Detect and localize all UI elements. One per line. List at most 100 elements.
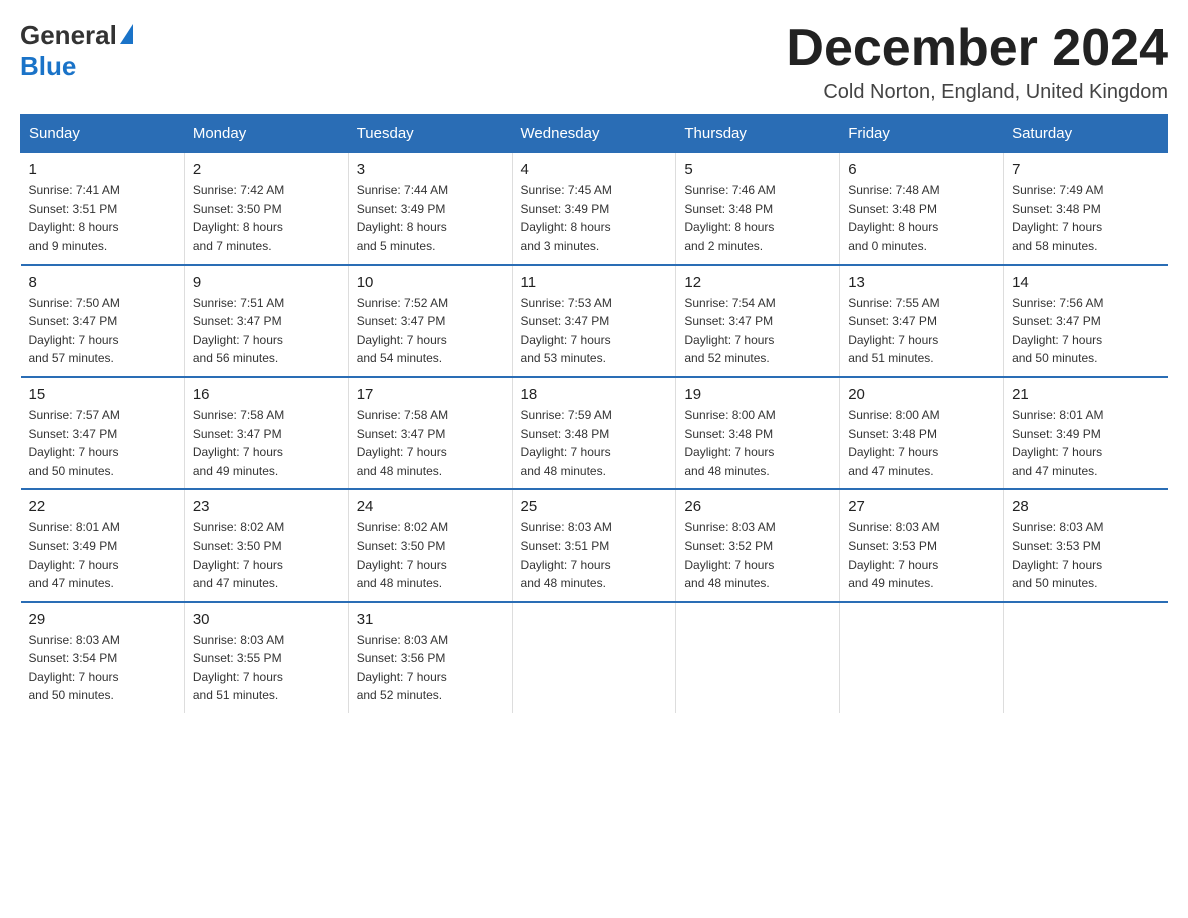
calendar-cell [512, 602, 676, 713]
calendar-cell: 16 Sunrise: 7:58 AM Sunset: 3:47 PM Dayli… [184, 377, 348, 489]
calendar-cell: 2 Sunrise: 7:42 AM Sunset: 3:50 PM Daylig… [184, 153, 348, 265]
calendar-body: 1 Sunrise: 7:41 AM Sunset: 3:51 PM Daylig… [21, 153, 1168, 713]
day-info: Sunrise: 7:44 AM Sunset: 3:49 PM Dayligh… [357, 181, 504, 255]
calendar-week-row: 15 Sunrise: 7:57 AM Sunset: 3:47 PM Dayli… [21, 377, 1168, 489]
calendar-header-row: SundayMondayTuesdayWednesdayThursdayFrid… [21, 115, 1168, 153]
day-number: 19 [684, 386, 831, 403]
day-number: 6 [848, 161, 995, 178]
day-number: 22 [29, 498, 176, 515]
day-info: Sunrise: 7:52 AM Sunset: 3:47 PM Dayligh… [357, 294, 504, 368]
day-of-week-header: Tuesday [348, 115, 512, 153]
calendar-cell: 8 Sunrise: 7:50 AM Sunset: 3:47 PM Daylig… [21, 265, 185, 377]
day-info: Sunrise: 7:55 AM Sunset: 3:47 PM Dayligh… [848, 294, 995, 368]
calendar-cell: 31 Sunrise: 8:03 AM Sunset: 3:56 PM Dayli… [348, 602, 512, 713]
day-info: Sunrise: 7:45 AM Sunset: 3:49 PM Dayligh… [521, 181, 668, 255]
calendar-cell: 5 Sunrise: 7:46 AM Sunset: 3:48 PM Daylig… [676, 153, 840, 265]
calendar-cell: 11Sunrise: 7:53 AM Sunset: 3:47 PM Dayli… [512, 265, 676, 377]
calendar-table: SundayMondayTuesdayWednesdayThursdayFrid… [20, 114, 1168, 713]
calendar-cell: 26 Sunrise: 8:03 AM Sunset: 3:52 PM Dayli… [676, 489, 840, 601]
day-info: Sunrise: 7:50 AM Sunset: 3:47 PM Dayligh… [29, 294, 176, 368]
day-number: 26 [684, 498, 831, 515]
day-number: 31 [357, 611, 504, 628]
calendar-cell: 15 Sunrise: 7:57 AM Sunset: 3:47 PM Dayli… [21, 377, 185, 489]
day-of-week-header: Saturday [1004, 115, 1168, 153]
day-info: Sunrise: 8:02 AM Sunset: 3:50 PM Dayligh… [357, 518, 504, 592]
day-of-week-header: Monday [184, 115, 348, 153]
calendar-cell: 20 Sunrise: 8:00 AM Sunset: 3:48 PM Dayli… [840, 377, 1004, 489]
calendar-cell: 18Sunrise: 7:59 AM Sunset: 3:48 PM Dayli… [512, 377, 676, 489]
day-of-week-header: Friday [840, 115, 1004, 153]
day-number: 30 [193, 611, 340, 628]
day-info: Sunrise: 8:03 AM Sunset: 3:55 PM Dayligh… [193, 631, 340, 705]
day-number: 10 [357, 274, 504, 291]
day-info: Sunrise: 7:57 AM Sunset: 3:47 PM Dayligh… [29, 406, 176, 480]
day-info: Sunrise: 8:00 AM Sunset: 3:48 PM Dayligh… [848, 406, 995, 480]
day-number: 4 [521, 161, 668, 178]
calendar-cell: 14 Sunrise: 7:56 AM Sunset: 3:47 PM Dayli… [1004, 265, 1168, 377]
day-number: 21 [1012, 386, 1159, 403]
day-info: Sunrise: 7:48 AM Sunset: 3:48 PM Dayligh… [848, 181, 995, 255]
day-info: Sunrise: 7:59 AM Sunset: 3:48 PM Dayligh… [521, 406, 668, 480]
day-info: Sunrise: 7:49 AM Sunset: 3:48 PM Dayligh… [1012, 181, 1159, 255]
location-subtitle: Cold Norton, England, United Kingdom [786, 81, 1168, 104]
day-number: 9 [193, 274, 340, 291]
calendar-cell: 3Sunrise: 7:44 AM Sunset: 3:49 PM Daylig… [348, 153, 512, 265]
day-info: Sunrise: 7:54 AM Sunset: 3:47 PM Dayligh… [684, 294, 831, 368]
calendar-week-row: 1 Sunrise: 7:41 AM Sunset: 3:51 PM Daylig… [21, 153, 1168, 265]
calendar-cell [840, 602, 1004, 713]
day-number: 27 [848, 498, 995, 515]
title-block: December 2024 Cold Norton, England, Unit… [786, 20, 1168, 104]
day-info: Sunrise: 8:03 AM Sunset: 3:52 PM Dayligh… [684, 518, 831, 592]
page-header: General Blue December 2024 Cold Norton, … [20, 20, 1168, 104]
calendar-week-row: 8 Sunrise: 7:50 AM Sunset: 3:47 PM Daylig… [21, 265, 1168, 377]
day-number: 8 [29, 274, 176, 291]
day-number: 12 [684, 274, 831, 291]
day-number: 23 [193, 498, 340, 515]
calendar-cell: 1 Sunrise: 7:41 AM Sunset: 3:51 PM Daylig… [21, 153, 185, 265]
day-number: 17 [357, 386, 504, 403]
day-of-week-header: Sunday [21, 115, 185, 153]
day-number: 13 [848, 274, 995, 291]
day-number: 5 [684, 161, 831, 178]
calendar-cell: 13 Sunrise: 7:55 AM Sunset: 3:47 PM Dayli… [840, 265, 1004, 377]
day-info: Sunrise: 7:51 AM Sunset: 3:47 PM Dayligh… [193, 294, 340, 368]
day-number: 15 [29, 386, 176, 403]
day-number: 7 [1012, 161, 1159, 178]
day-number: 28 [1012, 498, 1159, 515]
calendar-cell: 7 Sunrise: 7:49 AM Sunset: 3:48 PM Daylig… [1004, 153, 1168, 265]
calendar-cell: 9 Sunrise: 7:51 AM Sunset: 3:47 PM Daylig… [184, 265, 348, 377]
calendar-week-row: 22 Sunrise: 8:01 AM Sunset: 3:49 PM Dayli… [21, 489, 1168, 601]
day-number: 2 [193, 161, 340, 178]
day-number: 16 [193, 386, 340, 403]
calendar-cell: 12 Sunrise: 7:54 AM Sunset: 3:47 PM Dayli… [676, 265, 840, 377]
day-info: Sunrise: 7:58 AM Sunset: 3:47 PM Dayligh… [193, 406, 340, 480]
calendar-cell: 17Sunrise: 7:58 AM Sunset: 3:47 PM Dayli… [348, 377, 512, 489]
day-number: 14 [1012, 274, 1159, 291]
day-number: 20 [848, 386, 995, 403]
logo-triangle-icon [120, 24, 133, 44]
calendar-cell: 29Sunrise: 8:03 AM Sunset: 3:54 PM Dayli… [21, 602, 185, 713]
logo-blue: Blue [20, 51, 76, 81]
calendar-cell [1004, 602, 1168, 713]
day-info: Sunrise: 8:01 AM Sunset: 3:49 PM Dayligh… [29, 518, 176, 592]
calendar-cell: 6 Sunrise: 7:48 AM Sunset: 3:48 PM Daylig… [840, 153, 1004, 265]
day-info: Sunrise: 7:56 AM Sunset: 3:47 PM Dayligh… [1012, 294, 1159, 368]
day-info: Sunrise: 8:03 AM Sunset: 3:51 PM Dayligh… [521, 518, 668, 592]
calendar-cell: 28Sunrise: 8:03 AM Sunset: 3:53 PM Dayli… [1004, 489, 1168, 601]
day-of-week-header: Wednesday [512, 115, 676, 153]
day-info: Sunrise: 8:03 AM Sunset: 3:56 PM Dayligh… [357, 631, 504, 705]
calendar-cell: 30 Sunrise: 8:03 AM Sunset: 3:55 PM Dayli… [184, 602, 348, 713]
day-info: Sunrise: 7:46 AM Sunset: 3:48 PM Dayligh… [684, 181, 831, 255]
calendar-cell: 22 Sunrise: 8:01 AM Sunset: 3:49 PM Dayli… [21, 489, 185, 601]
day-of-week-header: Thursday [676, 115, 840, 153]
day-number: 25 [521, 498, 668, 515]
calendar-week-row: 29Sunrise: 8:03 AM Sunset: 3:54 PM Dayli… [21, 602, 1168, 713]
calendar-cell: 4 Sunrise: 7:45 AM Sunset: 3:49 PM Daylig… [512, 153, 676, 265]
day-number: 1 [29, 161, 176, 178]
day-info: Sunrise: 7:41 AM Sunset: 3:51 PM Dayligh… [29, 181, 176, 255]
calendar-cell [676, 602, 840, 713]
day-info: Sunrise: 8:03 AM Sunset: 3:53 PM Dayligh… [848, 518, 995, 592]
day-number: 24 [357, 498, 504, 515]
day-info: Sunrise: 7:42 AM Sunset: 3:50 PM Dayligh… [193, 181, 340, 255]
day-info: Sunrise: 8:03 AM Sunset: 3:54 PM Dayligh… [29, 631, 176, 705]
